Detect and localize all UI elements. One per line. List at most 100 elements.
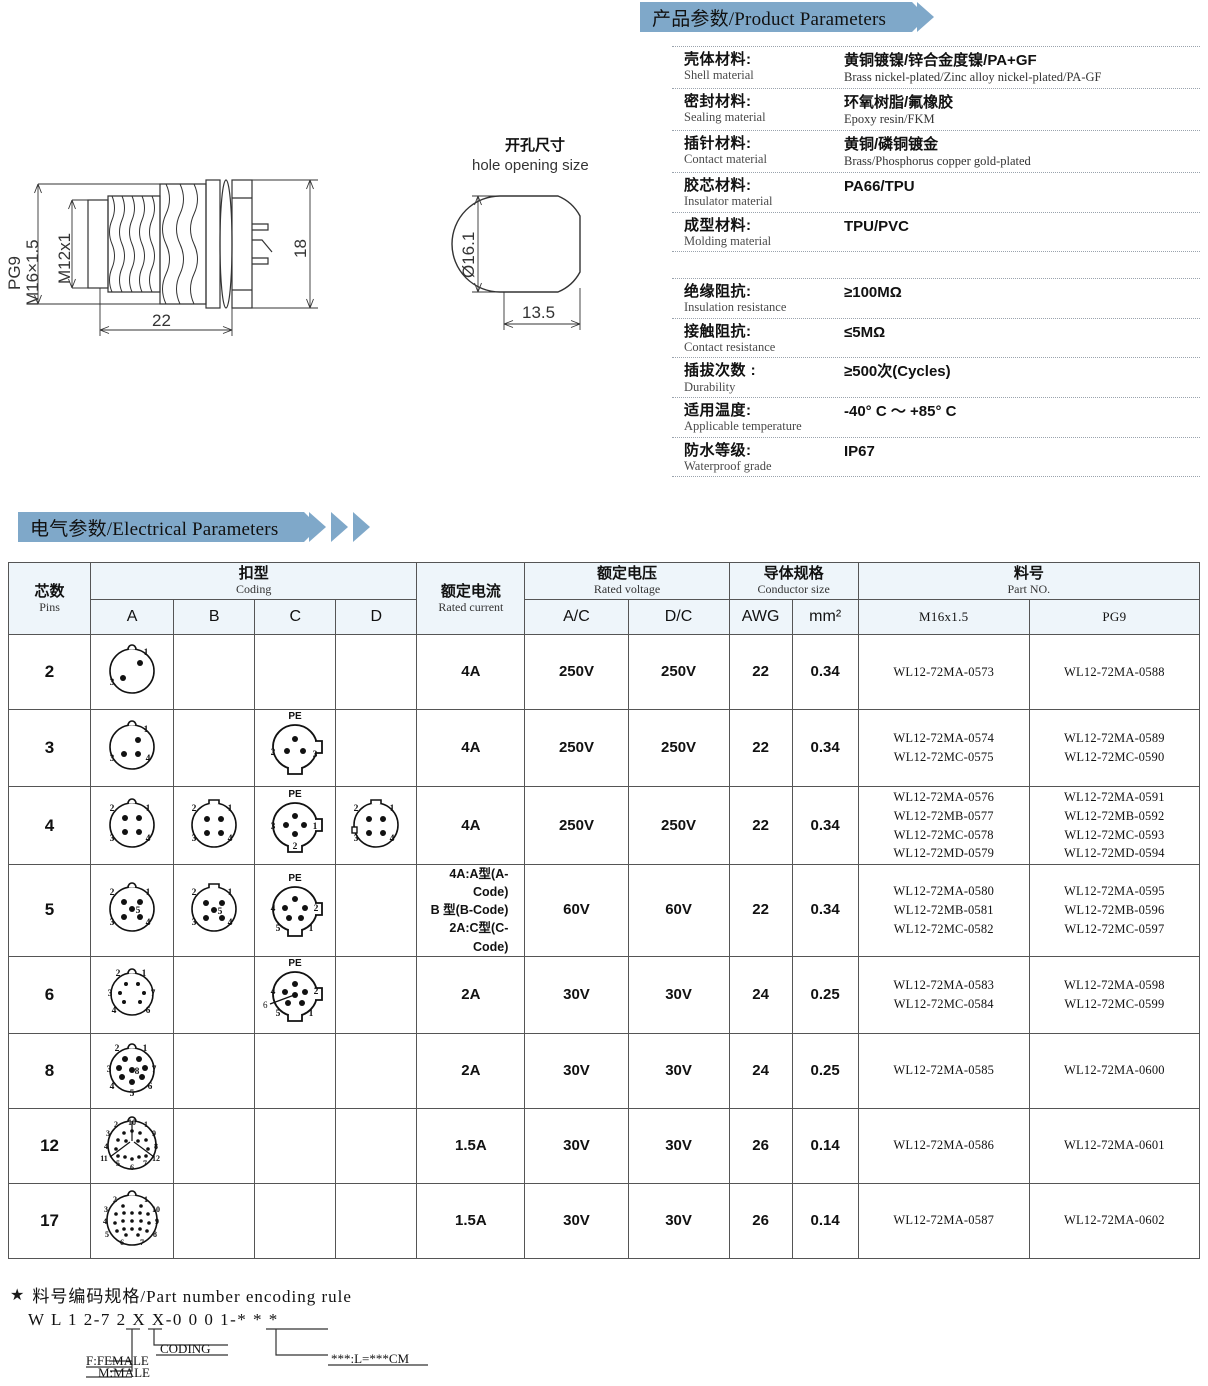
table-row: 8 2 1 3 7 8 4 6 5 2A 30V 30V 24 0.25 WL12-72MA-0585 WL1… (7, 1032, 1201, 1109)
cell-mm2: 0.25 (791, 955, 859, 1034)
part-number: WL12-72MB-0592 (1064, 808, 1165, 823)
part-number: WL12-72MC-0578 (893, 827, 994, 842)
cell-voltage-ac: 30V (524, 1107, 629, 1184)
spec-value: ≥100MΩ (844, 283, 1200, 302)
svg-text:5: 5 (276, 924, 281, 934)
cell-coding-c: 4 2 5 1 PE (254, 864, 337, 957)
part-number: WL12-72MA-0587 (893, 1213, 995, 1228)
spec-value-cn: ≤5MΩ (844, 323, 886, 341)
spec-label-en: Insulator material (684, 194, 773, 209)
svg-text:1: 1 (146, 804, 151, 814)
spec-label-cn: 壳体材料: (684, 51, 752, 68)
cell-part-no-pg9: WL12-72MA-0591 WL12-72MB-0592 WL12-72MC-05… (1028, 786, 1201, 865)
connector-technical-drawing: PG9 M16×1.5 M12x1 18 22 (5, 179, 318, 336)
cell-part-no-pg9: WL12-72MA-0589 WL12-72MC-0590 (1028, 709, 1201, 787)
part-number: WL12-72MA-0595 (1064, 884, 1165, 899)
cell-voltage-ac: 30V (524, 955, 629, 1034)
cell-rated-current: 1.5A (416, 1182, 526, 1259)
svg-text:3: 3 (354, 834, 359, 844)
spec-value: 黄铜/磷铜镀金 Brass/Phosphorus copper gold-pla… (844, 135, 1200, 169)
spec-label-en: Contact resistance (684, 339, 776, 354)
svg-text:6: 6 (263, 1000, 268, 1010)
cell-pins: 5 (7, 864, 92, 957)
svg-text:10: 10 (152, 1205, 160, 1214)
encoding-note-male: M:MALE (98, 1365, 150, 1380)
svg-text:2: 2 (354, 804, 359, 814)
svg-text:5: 5 (116, 1159, 120, 1168)
header-rated-current: 额定电流 Rated current (416, 562, 526, 635)
svg-text:2: 2 (192, 888, 197, 898)
header-code-a: A (90, 599, 175, 635)
cell-mm2: 0.34 (791, 709, 859, 787)
dimension-height: 18 (291, 239, 310, 258)
product-parameters-banner: 产品参数/Product Parameters (640, 2, 935, 32)
cell-coding-b (173, 1032, 256, 1109)
cell-rated-current: 4A (416, 786, 526, 865)
spec-label-en: Insulation resistance (684, 300, 787, 315)
svg-text:6: 6 (130, 1163, 134, 1172)
svg-text:1: 1 (309, 1009, 314, 1019)
spec-value-en: Epoxy resin/FKM (844, 112, 935, 126)
cell-voltage-ac: 250V (524, 786, 629, 865)
encoding-note-length: ***:L=***CM (331, 1351, 410, 1366)
cell-awg: 22 (728, 634, 793, 710)
pin-layout-icon: 2 1 3 4 (336, 789, 416, 863)
header-coding: 扣型 Coding (90, 562, 418, 600)
header-awg: AWG (728, 599, 793, 635)
cell-awg: 26 (728, 1182, 793, 1259)
spec-label: 防水等级: Waterproof grade (684, 442, 844, 474)
cell-coding-b: 2 15 3 4 (173, 864, 256, 957)
cell-coding-c (254, 1182, 337, 1259)
spec-value-cn: 黄铜镀镍/锌合金度镍/PA+GF (844, 52, 1037, 69)
pin-layout-icon: 2 1 3 7 4 6 (91, 958, 173, 1032)
cell-part-no-pg9: WL12-72MA-0600 (1028, 1032, 1201, 1109)
svg-text:1: 1 (228, 804, 233, 814)
spec-label-cn: 绝缘阻抗: (684, 283, 752, 300)
svg-text:1: 1 (144, 648, 149, 658)
cell-coding-a: 10 2 1 3 9 4 8 11 12 5 7 6 (90, 1107, 175, 1184)
part-number: WL12-72MC-0599 (1064, 996, 1165, 1011)
dimension-diameter: Ø16.1 (459, 232, 478, 278)
spec-label-cn: 插针材料: (684, 135, 752, 152)
svg-text:3: 3 (271, 822, 276, 832)
cell-mm2: 0.25 (791, 1032, 859, 1109)
header-code-b: B (173, 599, 256, 635)
cell-voltage-ac: 250V (524, 709, 629, 787)
svg-text:1: 1 (144, 1120, 148, 1129)
part-number: WL12-72MC-0597 (1064, 921, 1165, 936)
header-pins: 芯数 Pins (7, 562, 92, 635)
cell-voltage-ac: 30V (524, 1032, 629, 1109)
table-row: 5 2 1 5 3 4 2 1 5 3 4 4 2 5 1 PE 4A:A型(A-Code) B 型(B-Code… (7, 864, 1201, 957)
spec-value-cn: IP67 (844, 442, 875, 460)
spec-value: IP67 (844, 442, 1200, 461)
svg-text:1: 1 (390, 804, 395, 814)
svg-text:3: 3 (313, 750, 318, 760)
cell-awg: 26 (728, 1107, 793, 1184)
spec-label-cn: 防水等级: (684, 441, 752, 459)
cell-mm2: 0.14 (791, 1182, 859, 1259)
spec-row: 接触阻抗: Contact resistance ≤5MΩ (672, 317, 1200, 358)
spec-row: 胶芯材料: Insulator material PA66/TPU (672, 172, 1200, 212)
spec-value: 环氧树脂/氟橡胶 Epoxy resin/FKM (844, 93, 1200, 127)
part-number: WL12-72MA-0576 (893, 790, 995, 804)
part-number: WL12-72MA-0574 (893, 731, 995, 746)
header-rated-voltage: 额定电压 Rated voltage (524, 562, 730, 600)
dimension-length: 22 (152, 311, 171, 330)
svg-text:2: 2 (293, 842, 298, 852)
star-icon: ★ (10, 1286, 25, 1304)
cell-coding-c (254, 1032, 337, 1109)
cell-coding-d: 2 1 3 4 (335, 786, 418, 865)
part-number: WL12-72MA-0585 (893, 1063, 995, 1078)
cell-coding-b (173, 1107, 256, 1184)
part-number: WL12-72MB-0596 (1064, 902, 1165, 917)
cell-part-no-pg9: WL12-72MA-0588 (1028, 634, 1201, 710)
header-pn-m16: M16x1.5 (857, 599, 1030, 635)
cell-coding-b (173, 1182, 256, 1259)
spec-label: 密封材料: Sealing material (684, 93, 844, 125)
pin-layout-icon: 2 1 3 4 (174, 789, 254, 863)
cell-voltage-dc: 250V (627, 709, 730, 787)
svg-text:2: 2 (110, 804, 115, 814)
cell-awg: 24 (728, 1032, 793, 1109)
svg-text:5: 5 (276, 1009, 281, 1019)
cell-voltage-dc: 250V (627, 786, 730, 865)
